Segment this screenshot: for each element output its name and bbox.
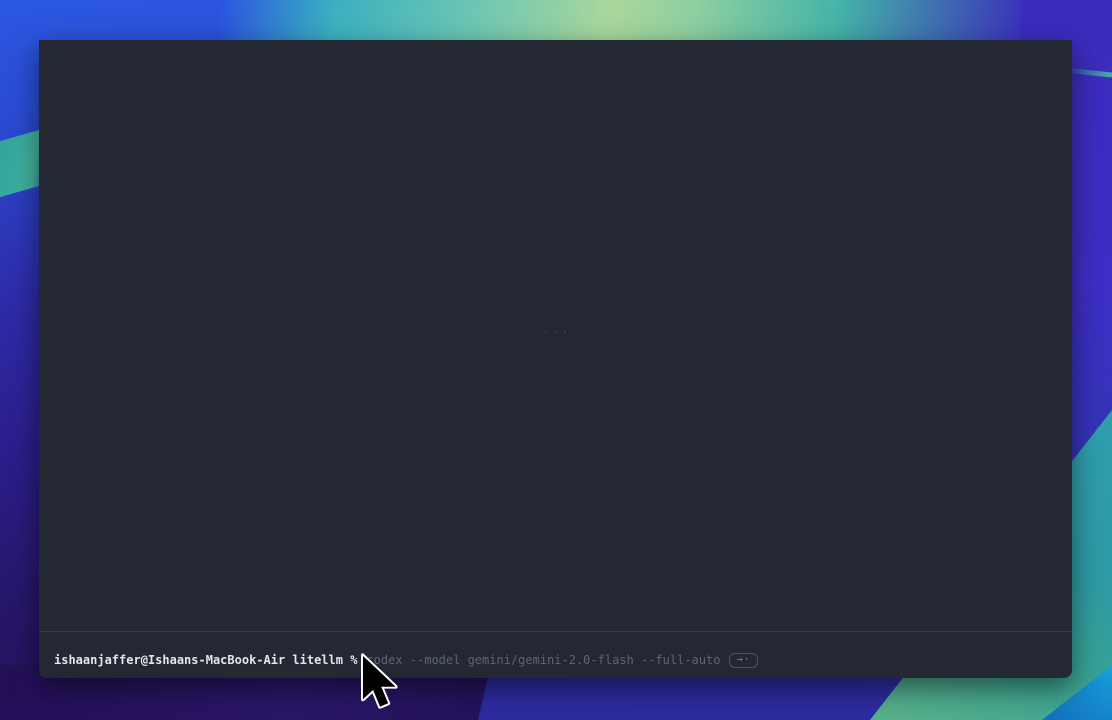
command-prompt-row[interactable]: ishaanjaffer@Ishaans-MacBook-Air litellm… — [54, 651, 1062, 669]
mouse-arrow-pointer-icon — [360, 653, 402, 713]
terminal-output-area[interactable]: ··· — [39, 40, 1072, 632]
desktop: ··· ishaanjaffer@Ishaans-MacBook-Air lit… — [0, 0, 1112, 720]
accept-suggestion-hint-badge: →· — [729, 653, 757, 668]
shell-prompt: ishaanjaffer@Ishaans-MacBook-Air litellm… — [54, 652, 357, 668]
prompt-divider — [39, 631, 1072, 632]
loading-dots-indicator: ··· — [543, 326, 572, 339]
autosuggestion-text: codex --model gemini/gemini-2.0-flash --… — [366, 652, 720, 668]
terminal-window[interactable]: ··· ishaanjaffer@Ishaans-MacBook-Air lit… — [39, 40, 1072, 678]
